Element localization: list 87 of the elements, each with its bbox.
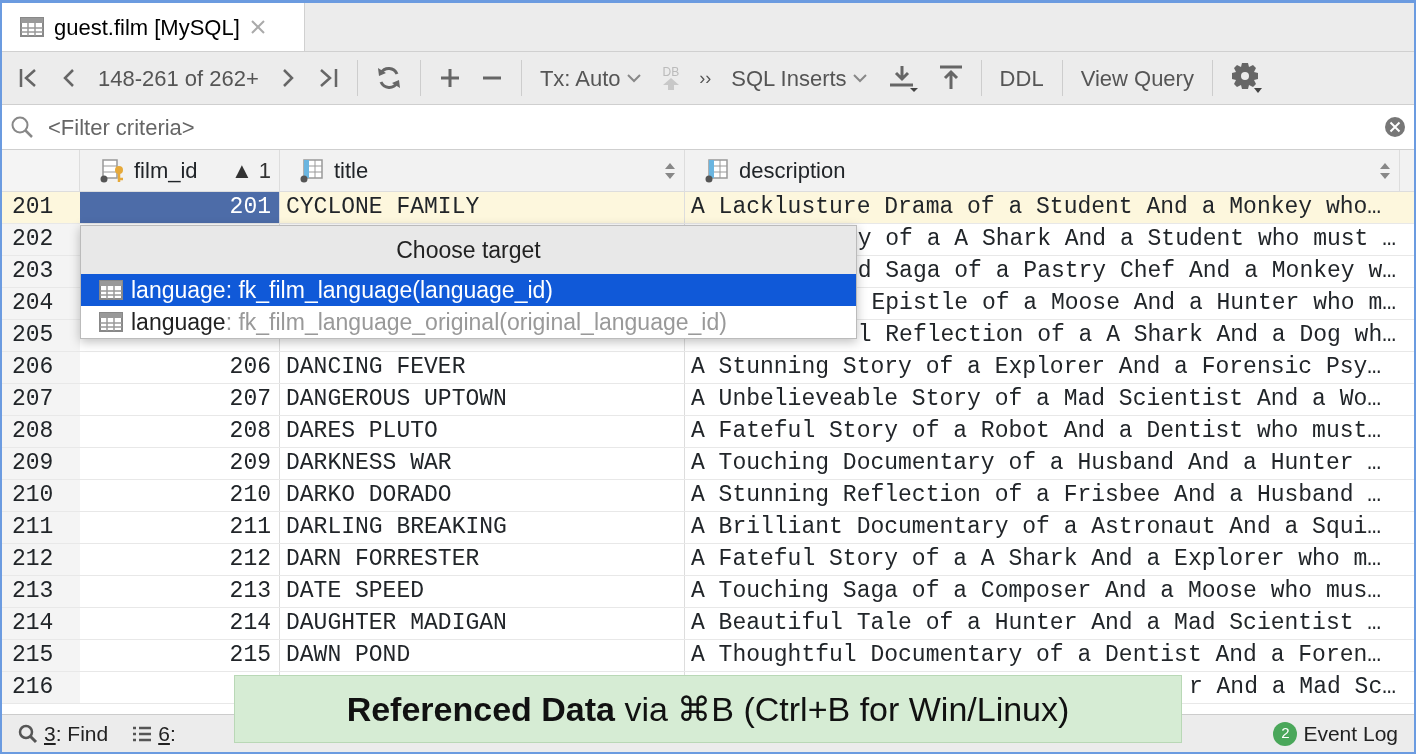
table-cell: 212 <box>80 544 280 575</box>
upload-icon[interactable] <box>938 65 963 91</box>
row-number: 206 <box>2 352 80 383</box>
table-cell-text: A Stunning Reflection of a Frisbee And a Husband … <box>690 481 1383 510</box>
table-cell: 210 <box>80 480 280 511</box>
table-cell: CYCLONE FAMILY <box>280 192 685 223</box>
column-icon <box>705 158 731 183</box>
table-cell: 208 <box>80 416 280 447</box>
table-icon <box>99 280 123 300</box>
search-icon <box>18 723 38 744</box>
table-cell: DANCING FEVER <box>280 352 685 383</box>
table-cell: DARLING BREAKING <box>280 512 685 543</box>
row-number: 205 <box>2 320 80 351</box>
event-log-button[interactable]: 2 Event Log <box>1273 717 1398 750</box>
menu-item[interactable]: language: fk_film_language(language_id) <box>81 274 856 306</box>
editor-tab[interactable]: guest.film [MySQL] <box>2 3 305 51</box>
row-number: 211 <box>2 512 80 543</box>
table-cell-text: A Lacklusture Drama of a Student And a Monkey who… <box>690 193 1383 222</box>
row-number: 208 <box>2 416 80 447</box>
settings-icon[interactable] <box>1230 62 1263 94</box>
table-cell-text: A Thoughtful Documentary of a Dentist And a Foren… <box>690 641 1383 670</box>
table-cell: DATE SPEED <box>280 576 685 607</box>
download-icon[interactable] <box>888 64 919 92</box>
table-cell-text: A Touching Saga of a Composer And a Moose who mus… <box>690 577 1383 606</box>
sort-indicator[interactable]: ▲ 1 <box>230 154 271 187</box>
table-cell: d Saga of a Pastry Chef And a Monkey w… <box>857 258 1396 284</box>
search-icon <box>10 115 34 139</box>
table-cell: DARN FORRESTER <box>280 544 685 575</box>
table-cell: DAUGHTER MADIGAN <box>280 608 685 639</box>
refresh-icon[interactable] <box>375 65 402 91</box>
table-cell-text: A Unbelieveable Story of a Mad Scientist And a Wo… <box>690 385 1383 414</box>
transaction-dropdown[interactable]: Tx: Auto <box>531 57 651 99</box>
row-number: 209 <box>2 448 80 479</box>
view-query-button[interactable]: View Query <box>1072 57 1202 99</box>
hint-text: Referenced Data via ⌘B (Ctrl+B for Win/Linux) <box>346 688 1070 730</box>
table-cell-text: A Brilliant Documentary of a Astronaut And a Squi… <box>690 513 1383 542</box>
table-icon <box>99 312 123 332</box>
row-number: 210 <box>2 480 80 511</box>
table-cell: 213 <box>80 576 280 607</box>
row-number: 202 <box>2 224 80 255</box>
column-icon <box>300 158 326 183</box>
row-number: 207 <box>2 384 80 415</box>
table-cell: y of a A Shark And a Student who must … <box>857 226 1396 252</box>
table-cell: 211 <box>80 512 280 543</box>
table-cell-text: A Stunning Story of a Explorer And a Forensic Psy… <box>690 353 1383 382</box>
table-cell-text: A Fateful Story of a A Shark And a Explorer who m… <box>690 545 1383 574</box>
table-cell: 215 <box>80 640 280 671</box>
table-icon <box>20 17 44 37</box>
table-cell: 209 <box>80 448 280 479</box>
key-column-icon <box>100 158 126 183</box>
popup-title: Choose target <box>81 226 856 274</box>
row-number: 204 <box>2 288 80 319</box>
row-number: 213 <box>2 576 80 607</box>
row-number: 214 <box>2 608 80 639</box>
tool-window-button[interactable]: 6: <box>132 717 176 750</box>
table-cell: 214 <box>80 608 280 639</box>
column-header[interactable]: film_id <box>134 154 198 187</box>
tool-window-button[interactable]: 3: Find <box>18 717 109 750</box>
table-cell-text: A Touching Documentary of a Husband And a Hunter … <box>690 449 1383 478</box>
column-header[interactable]: title <box>334 154 369 187</box>
table-cell: 207 <box>80 384 280 415</box>
row-number: 215 <box>2 640 80 671</box>
table-cell: DARKO DORADO <box>280 480 685 511</box>
add-icon[interactable] <box>438 67 461 89</box>
clear-icon[interactable] <box>1384 116 1406 138</box>
up-arrow-icon <box>662 78 679 90</box>
row-number: 212 <box>2 544 80 575</box>
list-icon <box>132 724 153 743</box>
menu-item[interactable]: language: fk_film_language_original(original_language_id) <box>81 306 856 338</box>
more-button[interactable]: ›› <box>691 60 720 96</box>
table-cell-text: A Fateful Story of a Robot And a Dentist who must… <box>690 417 1383 446</box>
column-header[interactable]: description <box>739 154 846 187</box>
table-cell: DARES PLUTO <box>280 416 685 447</box>
table-cell: Epistle of a Moose And a Hunter who m… <box>871 290 1396 316</box>
export-format-dropdown[interactable]: SQL Inserts <box>723 57 877 99</box>
table-cell: l Reflection of a A Shark And a Dog wh… <box>857 322 1396 348</box>
ddl-button[interactable]: DDL <box>991 57 1052 99</box>
page-range: 148-261 of 262+ <box>97 64 260 93</box>
table-cell: DANGEROUS UPTOWN <box>280 384 685 415</box>
table-cell: 206 <box>80 352 280 383</box>
table-cell-text: A Beautiful Tale of a Hunter And a Mad Scientist … <box>690 609 1383 638</box>
row-number: 203 <box>2 256 80 287</box>
row-number: 216 <box>2 672 80 703</box>
table-cell: DARKNESS WAR <box>280 448 685 479</box>
table-cell: 201 <box>80 192 280 223</box>
table-cell: r And a Mad Sc… <box>1188 674 1396 700</box>
table-cell: DAWN POND <box>280 640 685 671</box>
